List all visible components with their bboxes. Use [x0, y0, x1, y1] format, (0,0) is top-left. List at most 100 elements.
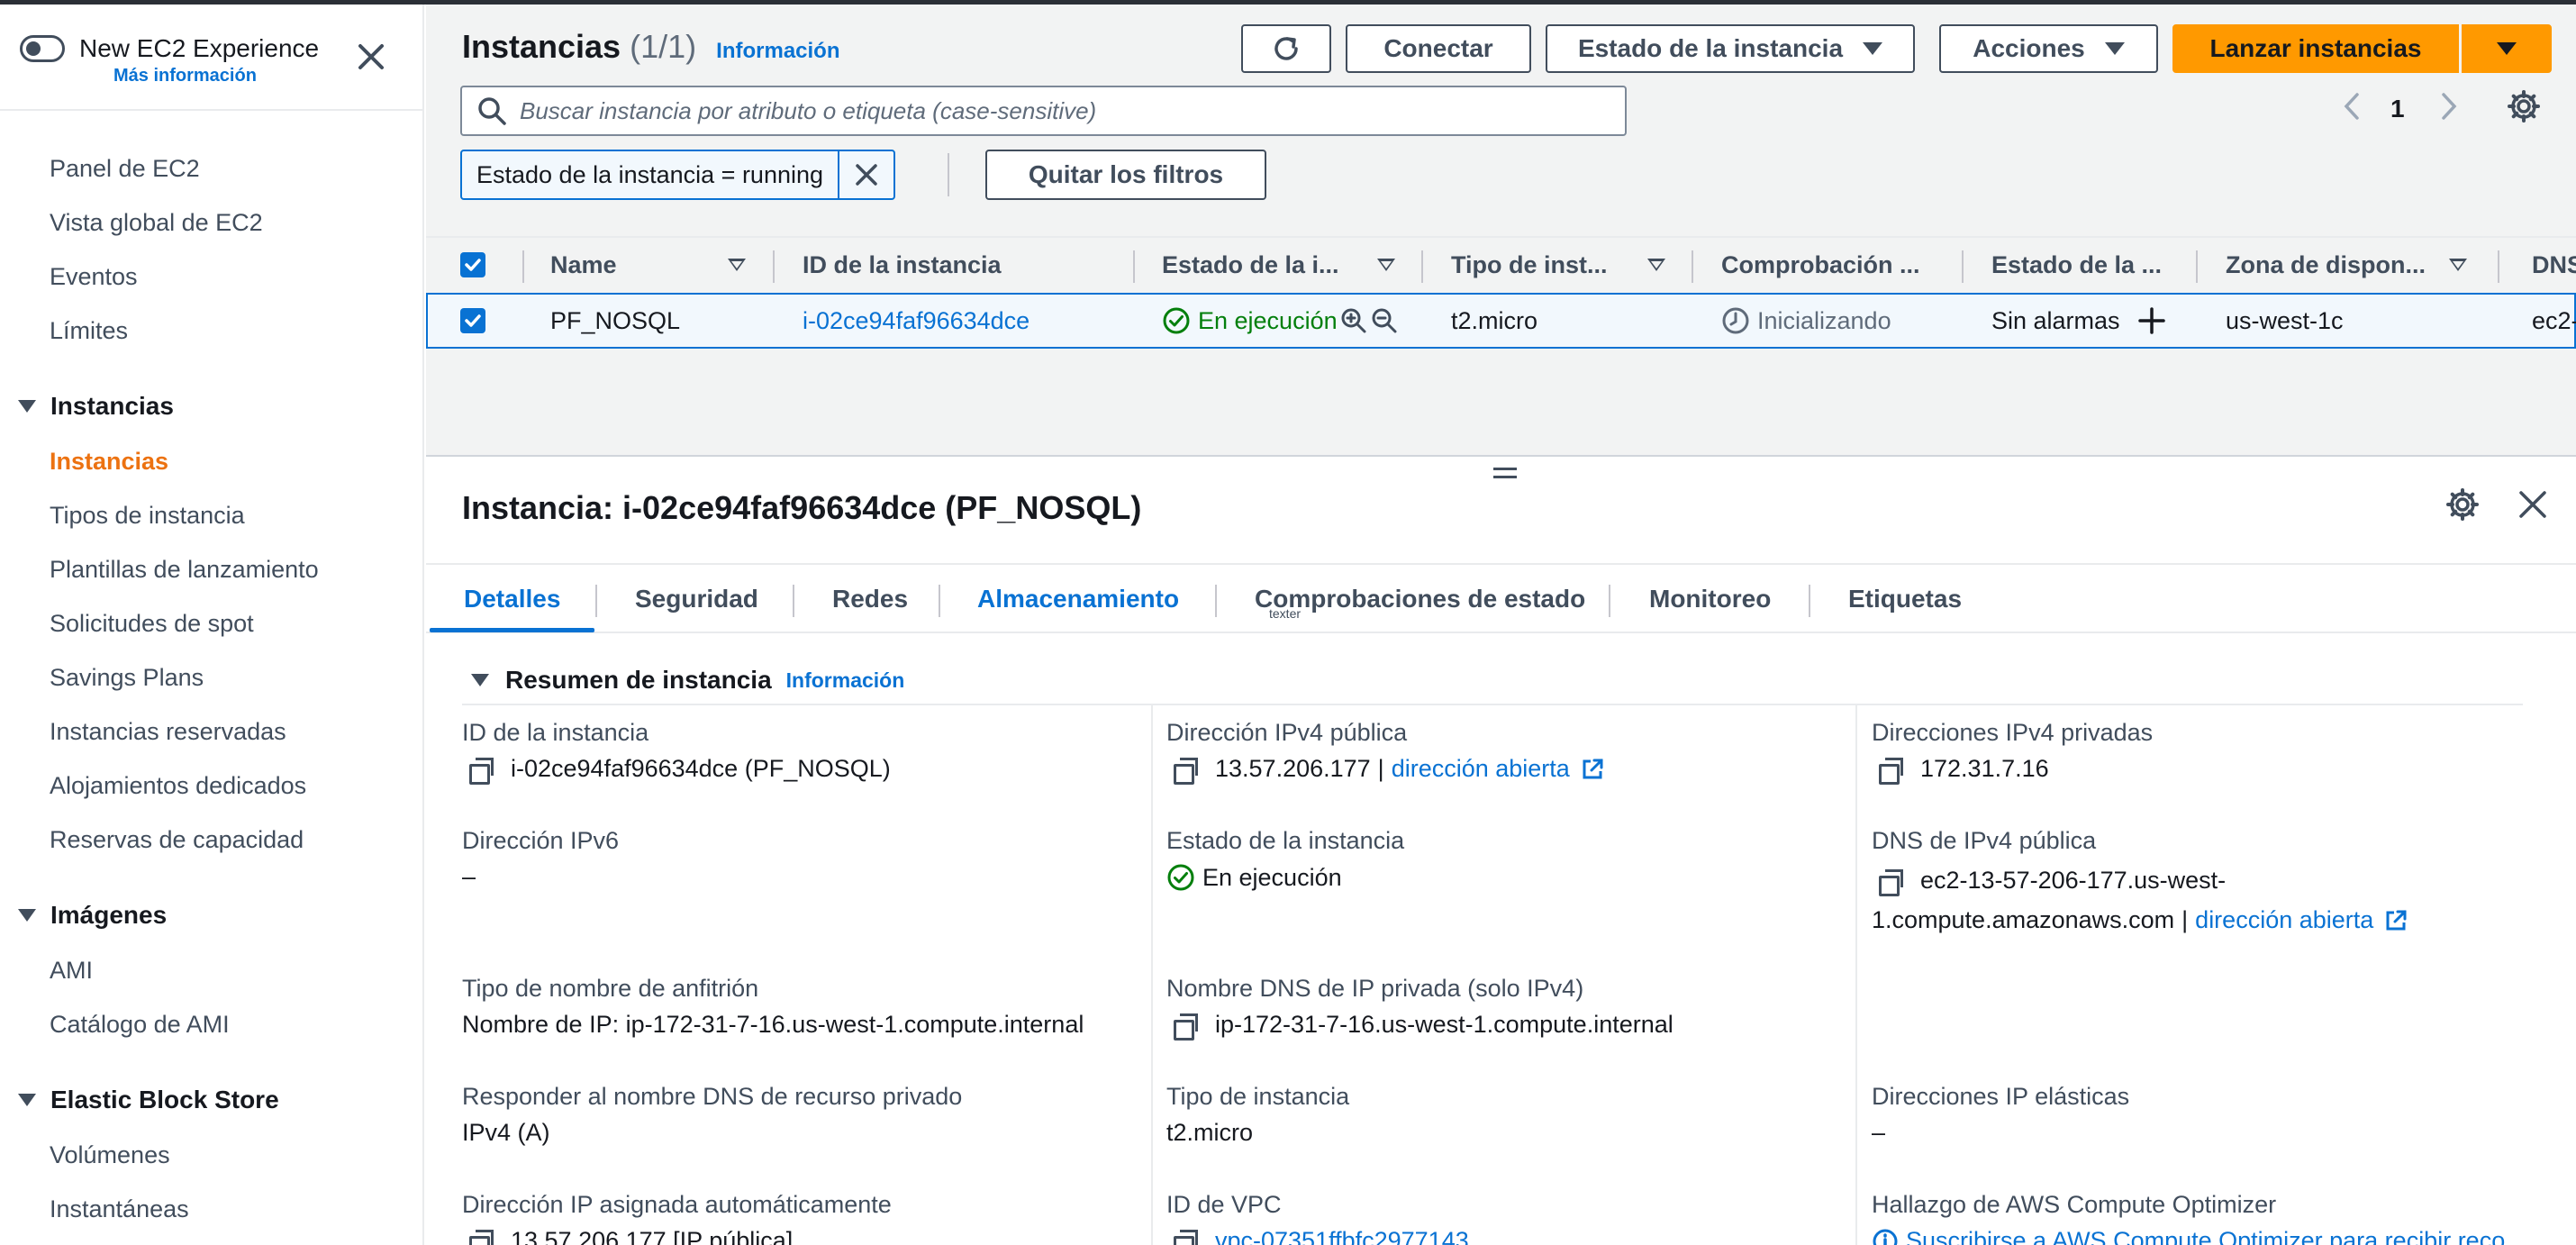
subscribe-compute-optimizer-link[interactable]: Suscribirse a AWS Compute Optimizer para… — [1906, 1227, 2505, 1245]
external-link-icon[interactable] — [1581, 758, 1604, 781]
column-header-instance-type[interactable]: Tipo de inst... — [1451, 238, 1608, 292]
sidebar-item-capacity-reservations[interactable]: Reservas de capacidad — [50, 826, 304, 854]
tab-tags[interactable]: Etiquetas — [1848, 565, 1962, 633]
sort-icon[interactable] — [2449, 259, 2467, 271]
external-link-icon[interactable] — [2384, 909, 2408, 932]
sidebar-item-reserved-instances[interactable]: Instancias reservadas — [50, 718, 286, 746]
label-instance-id: ID de la instancia — [462, 719, 649, 746]
zoom-out-icon[interactable] — [1371, 295, 1398, 347]
cell-availability-zone: us-west-1c — [2226, 306, 2344, 334]
value-elastic-ips: – — [1872, 1119, 1886, 1146]
sidebar-item-spot-requests[interactable]: Solicitudes de spot — [50, 610, 254, 638]
preferences-gear-icon[interactable] — [2507, 89, 2541, 130]
copy-icon[interactable] — [1174, 757, 1198, 785]
search-placeholder: Buscar instancia por atributo o etiqueta… — [520, 96, 1097, 124]
tab-networking[interactable]: Redes — [832, 565, 908, 633]
resize-handle-icon[interactable] — [1493, 468, 1517, 478]
summary-info-link[interactable]: Información — [786, 668, 905, 693]
value-public-dns-line1: ec2-13-57-206-177.us-west- — [1879, 867, 2226, 896]
cell-instance-id-link[interactable]: i-02ce94faf96634dce — [803, 295, 1029, 347]
sort-icon[interactable] — [728, 259, 746, 271]
caret-down-icon — [471, 674, 489, 686]
sidebar-item-events[interactable]: Eventos — [50, 263, 138, 291]
label-elastic-ips: Direcciones IP elásticas — [1872, 1083, 2130, 1110]
sidebar-item-ami[interactable]: AMI — [50, 957, 93, 985]
refresh-button[interactable] — [1241, 24, 1331, 73]
sidebar-section-instances[interactable]: Instancias — [18, 392, 174, 421]
sidebar-item-snapshots[interactable]: Instantáneas — [50, 1195, 189, 1223]
sidebar-item-volumes[interactable]: Volúmenes — [50, 1141, 170, 1169]
label-private-dns: Nombre DNS de IP privada (solo IPv4) — [1166, 975, 1584, 1002]
remove-filter-close-icon[interactable] — [839, 151, 893, 198]
column-header-alarm-status[interactable]: Estado de la ... — [1991, 238, 2162, 292]
copy-icon[interactable] — [1879, 868, 1903, 896]
copy-icon[interactable] — [469, 1229, 494, 1245]
filter-token-label: Estado de la instancia = running — [462, 151, 840, 198]
sidebar-section-ebs[interactable]: Elastic Block Store — [18, 1086, 279, 1114]
sidebar-item-instances[interactable]: Instancias — [50, 448, 168, 476]
instance-summary-header[interactable]: Resumen de instancia Información — [471, 666, 904, 695]
column-header-availability-zone[interactable]: Zona de dispon... — [2226, 238, 2426, 292]
table-row[interactable]: PF_NOSQL i-02ce94faf96634dce En ejecució… — [426, 293, 2576, 349]
check-circle-icon — [1167, 864, 1194, 891]
column-header-status-check[interactable]: Comprobación ... — [1721, 238, 1920, 292]
close-icon[interactable] — [353, 41, 389, 77]
vpc-link[interactable]: vpc-07351ffbfc2977143 — [1215, 1227, 1469, 1245]
connect-button[interactable]: Conectar — [1346, 24, 1531, 73]
tab-storage[interactable]: Almacenamiento — [977, 565, 1179, 633]
copy-icon[interactable] — [1174, 1013, 1198, 1041]
label-hostname-type: Tipo de nombre de anfitrión — [462, 975, 759, 1002]
copy-icon[interactable] — [1174, 1229, 1198, 1245]
row-checkbox[interactable] — [460, 308, 485, 333]
copy-icon[interactable] — [1879, 757, 1903, 785]
sidebar-item-savings-plans[interactable]: Savings Plans — [50, 664, 204, 692]
tab-security[interactable]: Seguridad — [635, 565, 758, 633]
add-alarm-plus-icon[interactable] — [2137, 295, 2166, 347]
column-header-dns[interactable]: DNS — [2532, 238, 2576, 292]
sidebar-section-images[interactable]: Imágenes — [18, 901, 167, 930]
learn-more-link[interactable]: Más información — [113, 66, 319, 86]
instance-state-button[interactable]: Estado de la instancia — [1546, 24, 1915, 73]
prev-page-button[interactable] — [2339, 91, 2364, 128]
column-header-instance-id[interactable]: ID de la instancia — [803, 238, 1002, 292]
launch-instances-button[interactable]: Lanzar instancias — [2172, 24, 2459, 73]
zoom-in-icon[interactable] — [1340, 295, 1367, 347]
sidebar-item-ec2-global-view[interactable]: Vista global de EC2 — [50, 209, 263, 237]
sidebar-item-ami-catalog[interactable]: Catálogo de AMI — [50, 1011, 230, 1039]
table-header: Name ID de la instancia Estado de la i..… — [426, 236, 2576, 290]
tab-status-checks[interactable]: Comprobaciones de estado — [1255, 565, 1585, 633]
next-page-button[interactable] — [2436, 91, 2462, 128]
select-all-checkbox[interactable] — [460, 252, 485, 277]
page-number[interactable]: 1 — [2390, 95, 2405, 123]
sidebar-item-launch-templates[interactable]: Plantillas de lanzamiento — [50, 556, 319, 584]
label-private-ipv4: Direcciones IPv4 privadas — [1872, 719, 2154, 746]
clear-filters-button[interactable]: Quitar los filtros — [985, 150, 1266, 200]
sidebar-item-instance-types[interactable]: Tipos de instancia — [50, 502, 245, 530]
tab-monitoring[interactable]: Monitoreo — [1649, 565, 1771, 633]
column-header-instance-state[interactable]: Estado de la i... — [1162, 238, 1339, 292]
copy-icon[interactable] — [469, 757, 494, 785]
value-vpc-id: vpc-07351ffbfc2977143 — [1174, 1227, 1469, 1245]
label-public-ipv4: Dirección IPv4 pública — [1166, 719, 1408, 746]
info-link[interactable]: Información — [716, 39, 839, 63]
new-experience-toggle[interactable] — [20, 35, 65, 62]
tooltip-text: texter — [1269, 606, 1302, 621]
sidebar-item-dedicated-hosts[interactable]: Alojamientos dedicados — [50, 772, 306, 800]
caret-down-icon — [2104, 42, 2125, 55]
detail-settings-gear-icon[interactable] — [2445, 487, 2480, 526]
open-address-link[interactable]: dirección abierta — [2195, 906, 2373, 934]
sidebar-item-ec2-dashboard[interactable]: Panel de EC2 — [50, 155, 200, 183]
open-address-link[interactable]: dirección abierta — [1392, 755, 1570, 783]
split-divider[interactable] — [426, 455, 2576, 457]
tab-details[interactable]: Detalles — [464, 565, 560, 633]
actions-button[interactable]: Acciones — [1939, 24, 2158, 73]
sidebar-item-limits[interactable]: Límites — [50, 317, 128, 345]
detail-close-icon[interactable] — [2517, 489, 2548, 524]
sort-icon[interactable] — [1377, 259, 1395, 271]
sort-icon[interactable] — [1647, 259, 1665, 271]
value-instance-id: i-02ce94faf96634dce (PF_NOSQL) — [469, 755, 891, 785]
search-input[interactable]: Buscar instancia por atributo o etiqueta… — [460, 86, 1627, 136]
caret-down-icon — [18, 909, 36, 922]
column-header-name[interactable]: Name — [550, 238, 617, 292]
launch-dropdown-button[interactable] — [2462, 24, 2552, 73]
